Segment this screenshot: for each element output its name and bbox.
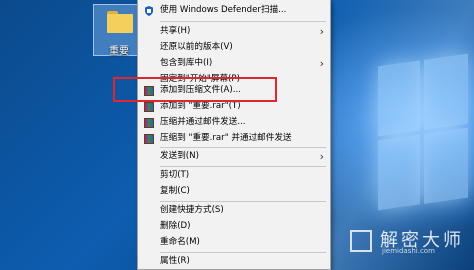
watermark-logo-icon (350, 230, 372, 252)
menu-item-compress-rar-email[interactable]: 压缩到 "重要.rar" 并通过邮件发送 (138, 130, 330, 147)
menu-separator (160, 21, 326, 22)
menu-item-share[interactable]: 共享(H) › (138, 23, 330, 40)
windows-logo-pane (424, 53, 468, 130)
shield-icon (145, 6, 153, 16)
menu-item-label: 还原以前的版本(V) (160, 42, 233, 52)
highlight-box (113, 77, 277, 102)
menu-item-label: 压缩到 "重要.rar" 并通过邮件发送 (160, 133, 292, 143)
winrar-icon (144, 102, 154, 112)
menu-item-label: 共享(H) (160, 26, 191, 36)
menu-item-delete[interactable]: 删除(D) (138, 218, 330, 235)
menu-item-label: 复制(C) (160, 186, 190, 196)
menu-item-label: 重命名(M) (160, 237, 200, 247)
folder-icon (107, 11, 133, 33)
winrar-icon (144, 134, 154, 144)
menu-item-label: 使用 Windows Defender扫描... (160, 5, 287, 15)
chevron-right-icon: › (319, 25, 324, 38)
windows-logo (378, 53, 468, 217)
menu-item-cut[interactable]: 剪切(T) (138, 167, 330, 184)
windows-logo-pane (378, 134, 420, 211)
menu-item-label: 剪切(T) (160, 170, 190, 180)
menu-item-send-to[interactable]: 发送到(N) › (138, 148, 330, 165)
menu-item-label: 创建快捷方式(S) (160, 205, 224, 215)
menu-item-compress-email[interactable]: 压缩并通过邮件发送... (138, 114, 330, 131)
menu-item-label: 属性(R) (160, 256, 190, 266)
menu-item-restore-versions[interactable]: 还原以前的版本(V) (138, 39, 330, 56)
chevron-right-icon: › (319, 150, 324, 163)
windows-logo-pane (424, 127, 468, 204)
menu-item-label: 包含到库中(I) (160, 58, 213, 68)
watermark-subtitle: jiemidashi.com (382, 247, 435, 255)
menu-item-properties[interactable]: 属性(R) (138, 253, 330, 270)
menu-item-label: 发送到(N) (160, 151, 199, 161)
context-menu: 使用 Windows Defender扫描... 共享(H) › 还原以前的版本… (137, 0, 331, 270)
watermark: 解密大师 jiemidashi.com (350, 226, 470, 266)
windows-logo-pane (378, 60, 420, 137)
menu-item-label: 删除(D) (160, 221, 191, 231)
menu-item-defender-scan[interactable]: 使用 Windows Defender扫描... (138, 2, 330, 19)
menu-item-rename[interactable]: 重命名(M) (138, 234, 330, 251)
menu-item-create-shortcut[interactable]: 创建快捷方式(S) (138, 202, 330, 219)
chevron-right-icon: › (319, 57, 324, 70)
menu-item-label: 压缩并通过邮件发送... (160, 117, 246, 127)
menu-item-copy[interactable]: 复制(C) (138, 183, 330, 200)
menu-item-include-library[interactable]: 包含到库中(I) › (138, 55, 330, 72)
winrar-icon (144, 118, 154, 128)
